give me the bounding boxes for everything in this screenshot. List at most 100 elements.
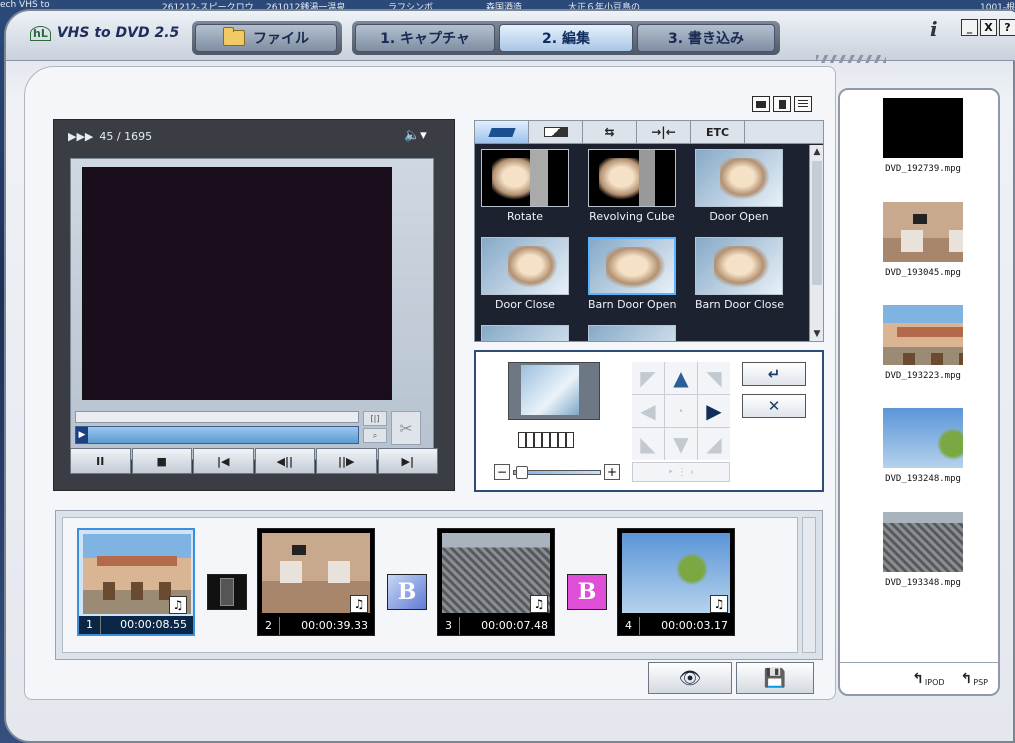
- eye-icon: 👁: [678, 667, 702, 689]
- direction-down-left-icon[interactable]: ◣: [632, 428, 664, 460]
- music-note-icon[interactable]: ♫: [350, 595, 368, 613]
- export-ipod-button[interactable]: ↰ IPOD: [912, 671, 944, 687]
- effect-thumb: [588, 325, 676, 341]
- pause-button[interactable]: II: [70, 448, 131, 474]
- scroll-thumb[interactable]: [812, 161, 822, 285]
- duration-slider-track[interactable]: [513, 465, 601, 479]
- music-note-icon[interactable]: ♫: [710, 595, 728, 613]
- direction-up-right-icon[interactable]: ◥: [698, 362, 730, 394]
- effect-more[interactable]: [588, 325, 676, 341]
- increase-button[interactable]: +: [604, 464, 620, 480]
- clip-duration: 00:00:39.33: [301, 619, 368, 632]
- direction-left-icon[interactable]: ◀: [632, 395, 664, 427]
- view-monitor-button[interactable]: [752, 96, 770, 112]
- seek-handle[interactable]: ▶: [76, 427, 88, 443]
- info-icon[interactable]: i: [930, 17, 938, 41]
- music-note-icon[interactable]: ♫: [530, 595, 548, 613]
- prev-frame-button[interactable]: ◀||: [254, 448, 315, 474]
- zoom-icon[interactable]: ⌕: [363, 428, 387, 443]
- play-indicator-icon: ▶▶▶: [68, 130, 94, 143]
- go-end-button[interactable]: ▶|: [377, 448, 438, 474]
- scroll-up-icon[interactable]: ▲: [810, 145, 824, 159]
- media-item[interactable]: DVD_193348.mpg: [840, 512, 998, 612]
- push-tab-icon: →|←: [651, 125, 676, 139]
- scissors-icon[interactable]: ✂: [391, 411, 421, 445]
- direction-down-right-icon[interactable]: ◢: [698, 428, 730, 460]
- direction-down-icon[interactable]: ▼: [665, 428, 697, 460]
- tab-write-label: 3. 書き込み: [668, 31, 744, 47]
- storyboard-scrollbar[interactable]: [802, 517, 816, 653]
- tab-transition-push[interactable]: →|←: [637, 121, 691, 143]
- scroll-down-icon[interactable]: ▼: [810, 327, 824, 341]
- effect-door-open[interactable]: Door Open: [695, 149, 783, 234]
- direction-up-left-icon[interactable]: ◤: [632, 362, 664, 394]
- effect-door-close[interactable]: Door Close: [481, 237, 569, 322]
- slider-knob[interactable]: [516, 465, 528, 479]
- clip-1[interactable]: ♫ 1 00:00:08.55: [77, 528, 195, 636]
- view-mode-buttons: [752, 96, 812, 112]
- playback-controls: II ■ |◀ ◀|| ||▶ ▶|: [70, 448, 438, 474]
- effect-label: Barn Door Open: [588, 298, 677, 311]
- tab-capture-label: 1. キャプチャ: [380, 31, 470, 47]
- view-list-button[interactable]: [794, 96, 812, 112]
- transition-1[interactable]: [207, 574, 247, 610]
- media-filename: DVD_192739.mpg: [885, 164, 961, 174]
- media-item[interactable]: DVD_192739.mpg: [840, 98, 998, 198]
- transition-3[interactable]: B: [567, 574, 607, 610]
- media-item[interactable]: DVD_193248.mpg: [840, 408, 998, 508]
- music-note-icon[interactable]: ♫: [169, 596, 187, 614]
- timeline-seekbar[interactable]: ▶: [75, 426, 359, 444]
- media-item[interactable]: DVD_193223.mpg: [840, 305, 998, 405]
- preview-button[interactable]: 👁: [648, 662, 732, 694]
- player-horizontal-scrollbar[interactable]: [75, 411, 359, 423]
- direction-center-icon[interactable]: ·: [665, 395, 697, 427]
- save-icon: 💾: [763, 667, 787, 689]
- clip-4[interactable]: ♫ 4 00:00:03.17: [617, 528, 735, 636]
- logo-mark: hL: [30, 25, 51, 41]
- minimize-button[interactable]: _: [961, 19, 978, 36]
- tab-transition-wipe[interactable]: [529, 121, 583, 143]
- view-single-button[interactable]: [773, 96, 791, 112]
- clip-duration: 00:00:03.17: [661, 619, 728, 632]
- apply-button[interactable]: ↵: [742, 362, 806, 386]
- clip-2[interactable]: ♫ 2 00:00:39.33: [257, 528, 375, 636]
- clip-3[interactable]: ♫ 3 00:00:07.48: [437, 528, 555, 636]
- cancel-button[interactable]: ✕: [742, 394, 806, 418]
- trim-tools: [|] ⌕: [363, 411, 387, 445]
- export-psp-button[interactable]: ↰ PSP: [961, 671, 988, 687]
- effect-revolving-cube[interactable]: Revolving Cube: [588, 149, 676, 234]
- tab-transition-3d[interactable]: [475, 121, 529, 143]
- next-frame-button[interactable]: ||▶: [316, 448, 377, 474]
- video-screen: [82, 167, 392, 400]
- effects-panel: ⇆ →|← ETC Rotate Revolving Cube Door Ope…: [474, 120, 824, 342]
- ipod-icon: ↰: [912, 670, 924, 687]
- tab-edit[interactable]: 2. 編集: [499, 24, 633, 52]
- effect-more[interactable]: [481, 325, 569, 341]
- transition-2[interactable]: B: [387, 574, 427, 610]
- decorative-stripes: [816, 55, 886, 63]
- tab-capture[interactable]: 1. キャプチャ: [355, 24, 495, 52]
- media-item[interactable]: DVD_193045.mpg: [840, 202, 998, 302]
- effect-rotate[interactable]: Rotate: [481, 149, 569, 234]
- tab-write[interactable]: 3. 書き込み: [637, 24, 775, 52]
- trim-start-icon[interactable]: [|]: [363, 411, 387, 426]
- go-start-button[interactable]: |◀: [193, 448, 254, 474]
- direction-in-out-icon[interactable]: ‣ ⋮ ‹: [632, 462, 730, 482]
- file-button[interactable]: ファイル: [195, 24, 337, 52]
- effect-barn-door-close[interactable]: Barn Door Close: [695, 237, 784, 322]
- effect-label: Rotate: [506, 210, 543, 223]
- stop-button[interactable]: ■: [131, 448, 192, 474]
- tab-transition-slide[interactable]: ⇆: [583, 121, 637, 143]
- effects-scrollbar[interactable]: ▲ ▼: [809, 145, 823, 341]
- help-button[interactable]: ?: [999, 19, 1015, 36]
- volume-icon[interactable]: 🔈▾: [404, 128, 427, 143]
- decrease-button[interactable]: −: [494, 464, 510, 480]
- close-button[interactable]: X: [980, 19, 997, 36]
- direction-right-icon[interactable]: ▶: [698, 395, 730, 427]
- media-thumbnail: [883, 305, 963, 365]
- tab-etc[interactable]: ETC: [691, 121, 745, 143]
- effect-barn-door-open[interactable]: Barn Door Open: [588, 237, 676, 322]
- direction-up-icon[interactable]: ▲: [665, 362, 697, 394]
- effect-preview: [508, 362, 600, 420]
- save-button[interactable]: 💾: [736, 662, 814, 694]
